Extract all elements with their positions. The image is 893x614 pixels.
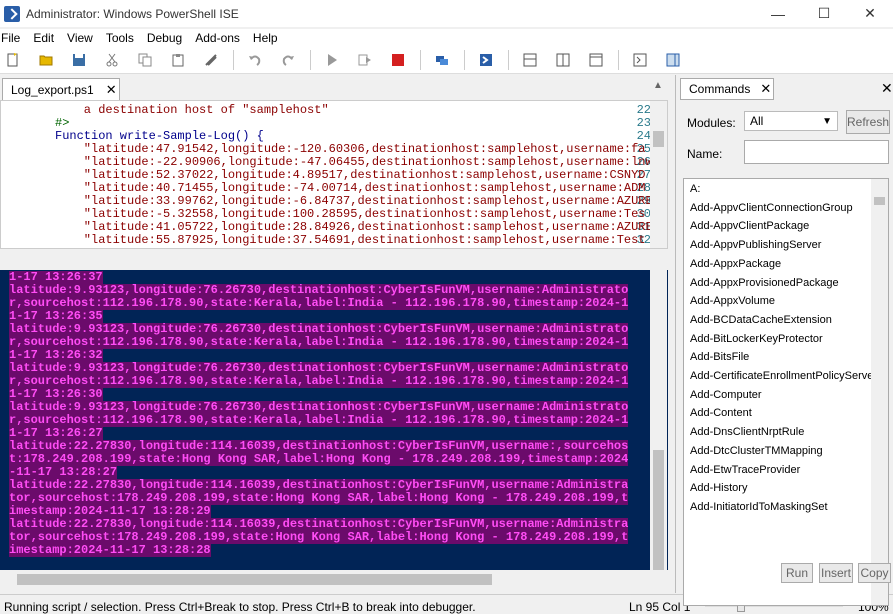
window-controls: — ☐ ✕ xyxy=(755,0,893,27)
console-output[interactable]: 1-17 13:26:37 latitude:9.93123,longitude:… xyxy=(0,270,668,570)
close-icon[interactable]: ✕ xyxy=(881,80,893,97)
command-list[interactable]: A: Add-AppvClientConnectionGroup Add-AppvC… xyxy=(683,178,889,606)
tab-label: Log_export.ps1 xyxy=(11,82,94,97)
list-item[interactable]: A: xyxy=(690,180,700,198)
close-icon[interactable]: ✕ xyxy=(760,81,771,97)
toolbar-separator xyxy=(310,50,311,70)
chevron-down-icon: ▼ xyxy=(822,116,832,127)
minimize-button[interactable]: — xyxy=(755,0,801,27)
tab-label: Commands xyxy=(689,82,751,96)
menu-help[interactable]: Help xyxy=(251,31,285,45)
list-item[interactable]: Add-AppxPackage xyxy=(690,255,781,273)
stop-icon[interactable] xyxy=(387,49,409,71)
scrollbar-thumb[interactable] xyxy=(653,131,664,147)
run-selection-icon[interactable] xyxy=(354,49,376,71)
undo-icon[interactable] xyxy=(244,49,266,71)
name-field[interactable] xyxy=(744,140,889,164)
status-message: Running script / selection. Press Ctrl+B… xyxy=(4,600,476,614)
name-label: Name: xyxy=(687,147,723,161)
list-item[interactable]: Add-DtcClusterTMMapping xyxy=(690,442,823,460)
menu-bar: File Edit View Tools Debug Add-ons Help xyxy=(0,29,893,47)
open-icon[interactable] xyxy=(35,49,57,71)
list-item[interactable]: Add-AppvClientConnectionGroup xyxy=(690,199,853,217)
toolbar xyxy=(0,47,893,74)
tab-log-export[interactable]: Log_export.ps1 ✕ xyxy=(2,78,120,100)
code-line: "latitude:55.87925,longitude:37.54691,de… xyxy=(55,233,646,247)
tab-commands[interactable]: Commands ✕ xyxy=(680,78,774,100)
list-item[interactable]: Add-InitiatorIdToMaskingSet xyxy=(690,498,828,516)
close-icon[interactable]: ✕ xyxy=(106,82,117,98)
toolbar-separator xyxy=(420,50,421,70)
script-scrollbar[interactable] xyxy=(650,101,667,248)
powershell-icon[interactable] xyxy=(475,49,497,71)
chevron-up-icon[interactable]: ▲ xyxy=(650,80,666,98)
list-item[interactable]: Add-CertificateEnrollmentPolicyServe xyxy=(690,367,873,385)
list-item[interactable]: Add-BitLockerKeyProtector xyxy=(690,330,823,348)
run-button[interactable]: Run xyxy=(781,563,813,583)
show-script-top-icon[interactable] xyxy=(519,49,541,71)
console-horizontal-scrollbar[interactable] xyxy=(0,571,668,588)
menu-debug[interactable]: Debug xyxy=(145,31,189,45)
toolbar-separator xyxy=(508,50,509,70)
list-item[interactable]: Add-DnsClientNrptRule xyxy=(690,423,804,441)
list-item[interactable]: Add-AppxProvisionedPackage xyxy=(690,274,839,292)
scrollbar-thumb[interactable] xyxy=(17,574,492,585)
toolbar-separator xyxy=(233,50,234,70)
modules-label: Modules: xyxy=(687,116,736,130)
menu-edit[interactable]: Edit xyxy=(31,31,61,45)
list-item[interactable]: Add-AppxVolume xyxy=(690,292,775,310)
list-item[interactable]: Add-AppvClientPackage xyxy=(690,217,809,235)
script-editor[interactable]: 22 a destination host of "samplehost" 23 #… xyxy=(0,100,668,249)
toolbar-separator xyxy=(618,50,619,70)
list-item[interactable]: Add-BitsFile xyxy=(690,348,749,366)
redo-icon[interactable] xyxy=(277,49,299,71)
menu-view[interactable]: View xyxy=(65,31,100,45)
copy-icon[interactable] xyxy=(134,49,156,71)
show-script-max-icon[interactable] xyxy=(585,49,607,71)
cut-icon[interactable] xyxy=(101,49,123,71)
powershell-icon xyxy=(4,5,20,22)
insert-button[interactable]: Insert xyxy=(819,563,853,583)
cursor-position: Ln 95 Col 1 xyxy=(629,600,691,614)
list-item[interactable]: Add-Computer xyxy=(690,386,762,404)
toolbar-separator xyxy=(464,50,465,70)
command-list-scrollbar[interactable] xyxy=(871,179,888,605)
list-item[interactable]: Add-AppvPublishingServer xyxy=(690,236,821,254)
list-item[interactable]: Add-Content xyxy=(690,404,752,422)
commands-panel: Commands ✕ ✕ Modules: All ▼ Refresh Name… xyxy=(675,75,893,606)
modules-dropdown[interactable]: All ▼ xyxy=(744,111,838,131)
window-title: Administrator: Windows PowerShell ISE xyxy=(26,6,239,21)
show-command-addon-icon[interactable] xyxy=(662,49,684,71)
pane-splitter[interactable] xyxy=(0,249,668,270)
list-item[interactable]: Add-History xyxy=(690,479,747,497)
code-line: a destination host of "samplehost" xyxy=(55,103,329,117)
menu-addons[interactable]: Add-ons xyxy=(193,31,247,45)
save-icon[interactable] xyxy=(68,49,90,71)
list-item[interactable]: Add-EtwTraceProvider xyxy=(690,461,800,479)
clear-icon[interactable] xyxy=(200,49,222,71)
console-scrollbar[interactable] xyxy=(650,270,667,570)
list-item[interactable]: Add-BCDataCacheExtension xyxy=(690,311,832,329)
scrollbar-thumb[interactable] xyxy=(653,450,664,570)
copy-button[interactable]: Copy xyxy=(858,563,891,583)
refresh-button[interactable]: Refresh xyxy=(846,110,890,134)
scrollbar-thumb[interactable] xyxy=(874,197,885,205)
maximize-button[interactable]: ☐ xyxy=(801,0,847,27)
menu-file[interactable]: File xyxy=(0,31,27,45)
remote-icon[interactable] xyxy=(431,49,453,71)
console-line: imestamp:2024-11-17 13:28:28 xyxy=(9,543,211,557)
new-icon[interactable] xyxy=(2,49,24,71)
show-script-right-icon[interactable] xyxy=(552,49,574,71)
close-button[interactable]: ✕ xyxy=(847,0,893,27)
show-command-window-icon[interactable] xyxy=(629,49,651,71)
paste-icon[interactable] xyxy=(167,49,189,71)
menu-tools[interactable]: Tools xyxy=(104,31,141,45)
run-icon[interactable] xyxy=(321,49,343,71)
title-bar: Administrator: Windows PowerShell ISE — … xyxy=(0,0,893,27)
modules-value: All xyxy=(750,114,764,128)
